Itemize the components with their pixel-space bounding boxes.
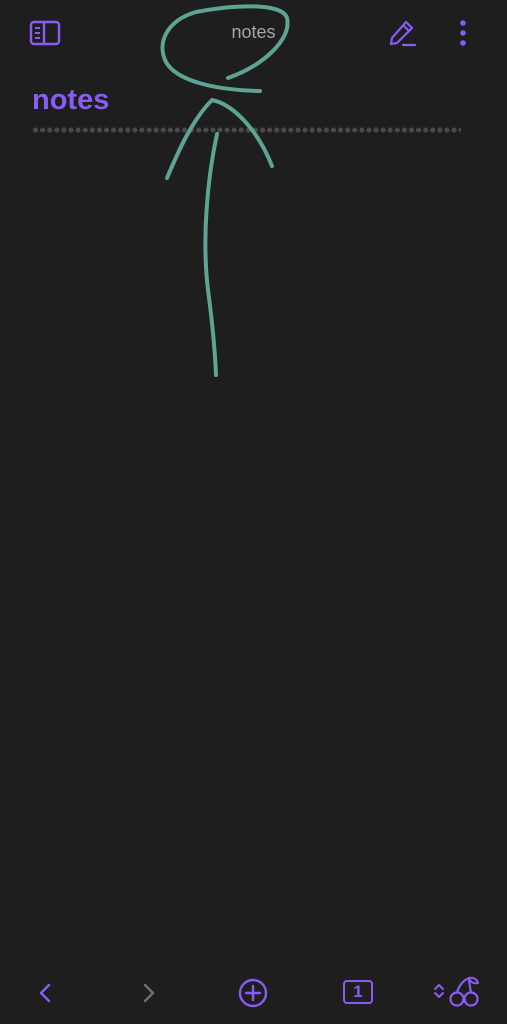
chevron-right-icon <box>143 983 155 1003</box>
new-tab-button[interactable] <box>236 976 270 1010</box>
chevron-left-icon <box>39 983 51 1003</box>
note-heading[interactable]: notes <box>32 84 109 117</box>
top-bar: notes <box>0 0 507 70</box>
cherry-icon <box>449 976 479 1007</box>
bottom-navigation-bar <box>0 960 507 1024</box>
more-options-button[interactable] <box>450 15 476 51</box>
annotation-arrow-shaft <box>203 132 219 377</box>
tab-count-button[interactable]: 1 <box>343 980 373 1004</box>
cherry-button[interactable] <box>446 974 482 1010</box>
dotted-divider <box>32 127 461 133</box>
page-title[interactable]: notes <box>0 22 507 43</box>
plus-circle-icon <box>238 978 268 1008</box>
more-vertical-icon <box>460 20 466 46</box>
chevrons-updown-icon <box>434 984 444 998</box>
annotation-arrow-head <box>165 98 274 180</box>
forward-button[interactable] <box>134 978 164 1008</box>
edit-button[interactable] <box>384 15 420 51</box>
edit-pencil-icon <box>389 20 417 47</box>
back-button[interactable] <box>30 978 60 1008</box>
